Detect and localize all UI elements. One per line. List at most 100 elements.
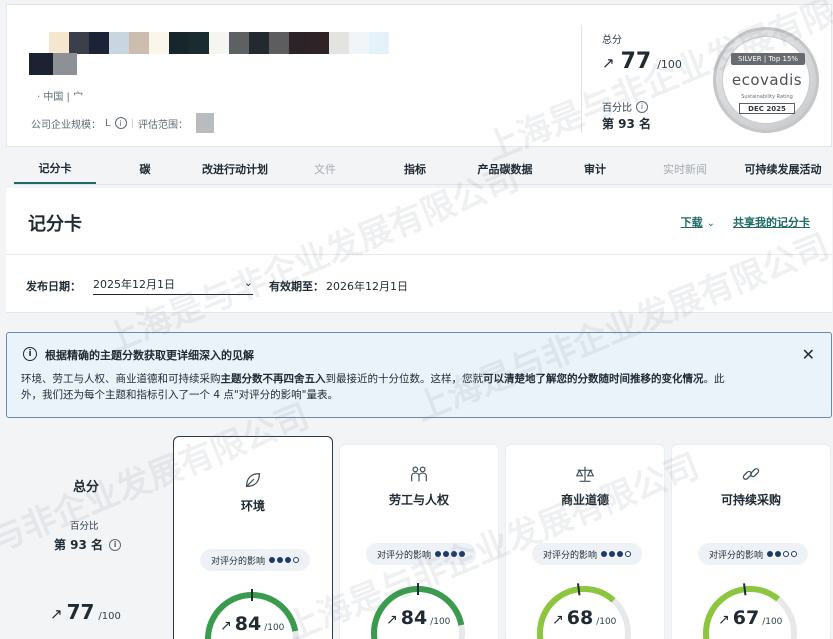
total-score-label: 总分 [602, 35, 622, 46]
company-location: · 中国 | 宀 [37, 92, 84, 103]
impact-dot [277, 557, 283, 563]
impact-dot [767, 551, 773, 557]
theme-score-value: 67 [732, 607, 760, 629]
overall-score: ↗ 77 /100 [50, 600, 121, 624]
company-size-row: 公司企业规模： L i | 评估范围： [31, 113, 214, 133]
theme-score: ↗ 68/100 [552, 607, 616, 629]
trend-up-icon: ↗ [718, 612, 730, 628]
theme-score-denominator: /100 [264, 623, 285, 633]
tab-sustainability-activities[interactable]: 可持续发展活动 [734, 153, 832, 185]
tab-live-news[interactable]: 实时新闻 [636, 153, 734, 185]
medal-tier: SILVER | Top 15% [731, 53, 805, 65]
banner-title: 根据精确的主题分数获取更详细深入的见解 [45, 349, 254, 362]
theme-card-sustainable-procurement[interactable]: 可持续采购对评分的影响 ↗ 67/100 [671, 444, 831, 639]
trend-up-icon: ↗ [50, 605, 63, 623]
percentile-rank: 第 93 名 [602, 117, 652, 131]
redacted-company-name-2 [29, 53, 77, 75]
impact-dot [435, 551, 441, 557]
trend-up-icon: ↗ [602, 54, 615, 72]
impact-dot [285, 557, 291, 563]
valid-until-date: 2026年12月1日 [326, 279, 408, 293]
scales-icon [574, 463, 596, 485]
impact-badge: 对评分的影响 [366, 543, 476, 565]
impact-dot [293, 557, 299, 563]
chain-icon [740, 463, 762, 485]
ecovadis-medal: SILVER | Top 15% ecovadis Sustainability… [713, 27, 819, 133]
people-icon [408, 463, 430, 485]
impact-level-dots [269, 557, 299, 563]
impact-dot [617, 551, 623, 557]
tab-improvement-plan[interactable]: 改进行动计划 [194, 153, 276, 185]
impact-dot [783, 551, 789, 557]
chevron-down-icon: ⌄ [243, 276, 253, 289]
company-header: · 中国 | 宀 公司企业规模： L i | 评估范围： 总分 ↗ 77 /10… [6, 4, 832, 147]
impact-level-dots [601, 551, 631, 557]
trend-up-icon: ↗ [220, 618, 232, 634]
divider [581, 25, 582, 133]
theme-score-value: 68 [566, 607, 594, 629]
share-scorecard-link[interactable]: 共享我的记分卡 [733, 214, 810, 230]
info-icon[interactable]: i [636, 100, 648, 113]
impact-label: 对评分的影响 [542, 550, 597, 561]
theme-card-environment[interactable]: 环境对评分的影响 ↗ 84/100 [173, 436, 333, 639]
valid-until-label: 有效期至： [269, 279, 324, 293]
medal-rating-text: Sustainability Rating [741, 94, 793, 100]
theme-name: 商业道德 [560, 493, 609, 507]
impact-dot [269, 557, 275, 563]
redacted-company-name [29, 32, 389, 54]
leaf-icon [242, 469, 264, 491]
impact-badge: 对评分的影响 [532, 543, 642, 565]
theme-card-ethics[interactable]: 商业道德对评分的影响 ↗ 68/100 [505, 444, 665, 639]
impact-label: 对评分的影响 [708, 550, 763, 561]
gauge-benchmark-marker [577, 583, 581, 596]
download-button[interactable]: 下载 ⌄ [681, 214, 715, 230]
info-icon[interactable]: i [114, 117, 127, 129]
info-icon[interactable]: i [109, 538, 122, 551]
trend-up-icon: ↗ [386, 612, 398, 628]
percentile-label: 百分比 i [602, 99, 648, 114]
close-icon[interactable]: ✕ [802, 345, 815, 364]
tab-audit[interactable]: 审计 [554, 153, 636, 185]
tab-documents[interactable]: 文件 [276, 153, 374, 185]
impact-dot [775, 551, 781, 557]
theme-name: 劳工与人权 [388, 493, 449, 507]
tab-scorecard[interactable]: 记分卡 [14, 153, 96, 185]
tab-product-carbon[interactable]: 产品碳数据 [456, 153, 554, 185]
publish-row: 发布日期： 2025年12月1日 ⌄ 有效期至： 2026年12月1日 [26, 276, 408, 295]
impact-dot [443, 551, 449, 557]
total-score-value: 77 [620, 49, 652, 74]
publish-date-label: 发布日期： [26, 279, 81, 293]
total-score: ↗ 77 /100 [602, 49, 682, 74]
theme-card-labor-human-rights[interactable]: 劳工与人权 对评分的影响 ↗ 84/100 [339, 444, 499, 639]
theme-score: ↗ 84/100 [220, 613, 284, 635]
theme-score-denominator: /100 [762, 617, 783, 627]
theme-score-denominator: /100 [430, 617, 451, 627]
impact-dot [459, 551, 465, 557]
gauge-benchmark-marker [743, 583, 747, 596]
impact-dot [791, 551, 797, 557]
theme-name: 环境 [240, 499, 265, 513]
info-banner: i 根据精确的主题分数获取更详细深入的见解 ✕ 环境、劳工与人权、商业道德和可持… [6, 332, 832, 418]
redacted-scope [195, 113, 214, 133]
total-score-denominator: /100 [657, 58, 682, 71]
impact-badge: 对评分的影响 [698, 543, 808, 565]
medal-brand: ecovadis [731, 71, 803, 89]
theme-score: ↗ 67/100 [718, 607, 782, 629]
chevron-down-icon: ⌄ [706, 218, 715, 229]
scorecard-actions: 下载 ⌄ 共享我的记分卡 [681, 214, 810, 230]
publish-date-select[interactable]: 2025年12月1日 ⌄ [93, 276, 253, 295]
tab-indicators[interactable]: 指标 [374, 153, 456, 185]
overall-percentile-label: 百分比 [70, 521, 99, 532]
theme-name: 可持续采购 [720, 493, 781, 507]
impact-dot [625, 551, 631, 557]
theme-score-value: 84 [234, 613, 262, 635]
impact-dot [451, 551, 457, 557]
banner-body: 环境、劳工与人权、商业道德和可持续采购主题分数不再四舍五入到最接近的十分位数。这… [21, 373, 725, 401]
impact-dot [609, 551, 615, 557]
impact-badge: 对评分的影响 [200, 549, 310, 571]
company-size-value: L [105, 117, 111, 129]
medal-date: DEC 2025 [739, 103, 795, 114]
info-icon: i [23, 347, 37, 361]
divider [6, 254, 832, 255]
tab-carbon[interactable]: 碳 [96, 153, 194, 185]
